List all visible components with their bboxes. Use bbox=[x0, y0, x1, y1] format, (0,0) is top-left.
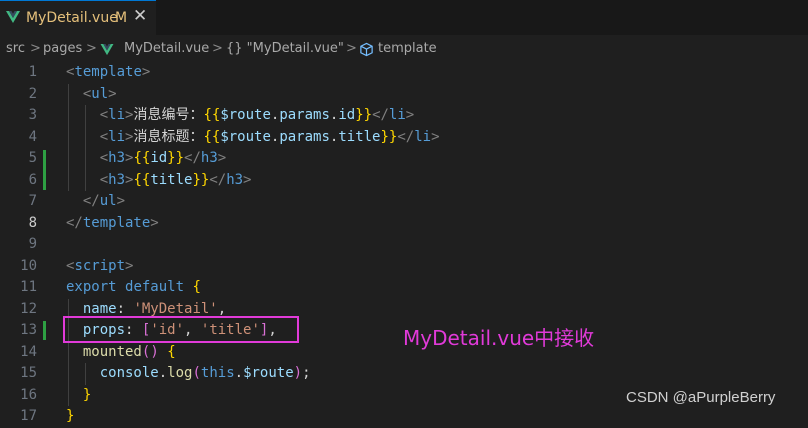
code-line[interactable]: <h3>{{id}}</h3> bbox=[66, 148, 226, 170]
breadcrumb-item-template[interactable]: template bbox=[378, 41, 437, 56]
line-number: 15 bbox=[20, 365, 37, 381]
watermark: CSDN @aPurpleBerry bbox=[626, 389, 776, 406]
code-line[interactable]: } bbox=[66, 385, 91, 407]
code-line[interactable]: </template> bbox=[66, 213, 159, 235]
line-number: 9 bbox=[28, 236, 37, 252]
git-added-marker bbox=[43, 150, 46, 190]
annotation-text: MyDetail.vue中接收 bbox=[403, 326, 595, 350]
breadcrumb-separator-icon: > bbox=[346, 41, 357, 56]
line-number: 12 bbox=[20, 300, 37, 317]
cube-icon bbox=[360, 42, 373, 57]
line-number: 11 bbox=[20, 279, 37, 295]
tab-label: MyDetail.vue bbox=[26, 10, 118, 26]
code-line[interactable]: } bbox=[66, 406, 74, 428]
modified-badge: M bbox=[115, 10, 128, 26]
breadcrumb-separator-icon: > bbox=[30, 41, 41, 56]
code-line[interactable]: <script> bbox=[66, 256, 133, 278]
code-line[interactable]: console.log(this.$route); bbox=[66, 363, 311, 385]
code-line[interactable]: <ul> bbox=[66, 84, 117, 106]
line-number: 16 bbox=[20, 386, 37, 403]
line-number-gutter: 1 2 3 4 5 6 7 8 9 10 11 12 13 14 15 16 1… bbox=[0, 62, 50, 424]
vue-file-icon bbox=[6, 11, 20, 23]
breadcrumb: src > pages > MyDetail.vue > {} "MyDetai… bbox=[0, 36, 808, 62]
code-line[interactable]: export default { bbox=[66, 277, 201, 299]
line-number: 10 bbox=[20, 257, 37, 274]
tab-bar: MyDetail.vue M ✕ bbox=[0, 0, 808, 35]
breadcrumb-item-file[interactable]: MyDetail.vue bbox=[124, 41, 209, 56]
line-number: 17 bbox=[20, 408, 37, 424]
breadcrumb-item-src[interactable]: src bbox=[6, 41, 25, 56]
code-line[interactable]: <li>消息标题：{{$route.params.title}}</li> bbox=[66, 127, 440, 149]
code-line[interactable]: <template> bbox=[66, 62, 150, 84]
breadcrumb-item-module[interactable]: {} "MyDetail.vue" bbox=[226, 41, 344, 56]
line-number-active: 8 bbox=[28, 214, 37, 231]
line-number: 6 bbox=[28, 171, 37, 188]
code-line[interactable]: mounted() { bbox=[66, 342, 176, 364]
tab-mydetail-vue[interactable]: MyDetail.vue M ✕ bbox=[0, 0, 156, 35]
code-line[interactable]: <h3>{{title}}</h3> bbox=[66, 170, 252, 192]
git-added-marker bbox=[43, 321, 46, 340]
line-number: 7 bbox=[28, 193, 37, 209]
breadcrumb-item-pages[interactable]: pages bbox=[43, 41, 82, 56]
code-line[interactable]: </ul> bbox=[66, 191, 125, 213]
line-number: 3 bbox=[28, 107, 37, 123]
highlight-box bbox=[63, 316, 299, 343]
breadcrumb-separator-icon: > bbox=[212, 41, 223, 56]
line-number: 14 bbox=[20, 343, 37, 360]
line-number: 13 bbox=[20, 322, 37, 338]
line-number: 5 bbox=[28, 150, 37, 166]
vue-file-icon bbox=[100, 44, 114, 56]
code-line[interactable]: <li>消息编号：{{$route.params.id}}</li> bbox=[66, 105, 415, 127]
close-icon[interactable]: ✕ bbox=[133, 6, 147, 26]
line-number: 2 bbox=[28, 85, 37, 102]
line-number: 1 bbox=[28, 64, 37, 80]
line-number: 4 bbox=[28, 128, 37, 145]
breadcrumb-separator-icon: > bbox=[86, 41, 97, 56]
code-editor[interactable]: 1 2 3 4 5 6 7 8 9 10 11 12 13 14 15 16 1… bbox=[0, 62, 808, 424]
